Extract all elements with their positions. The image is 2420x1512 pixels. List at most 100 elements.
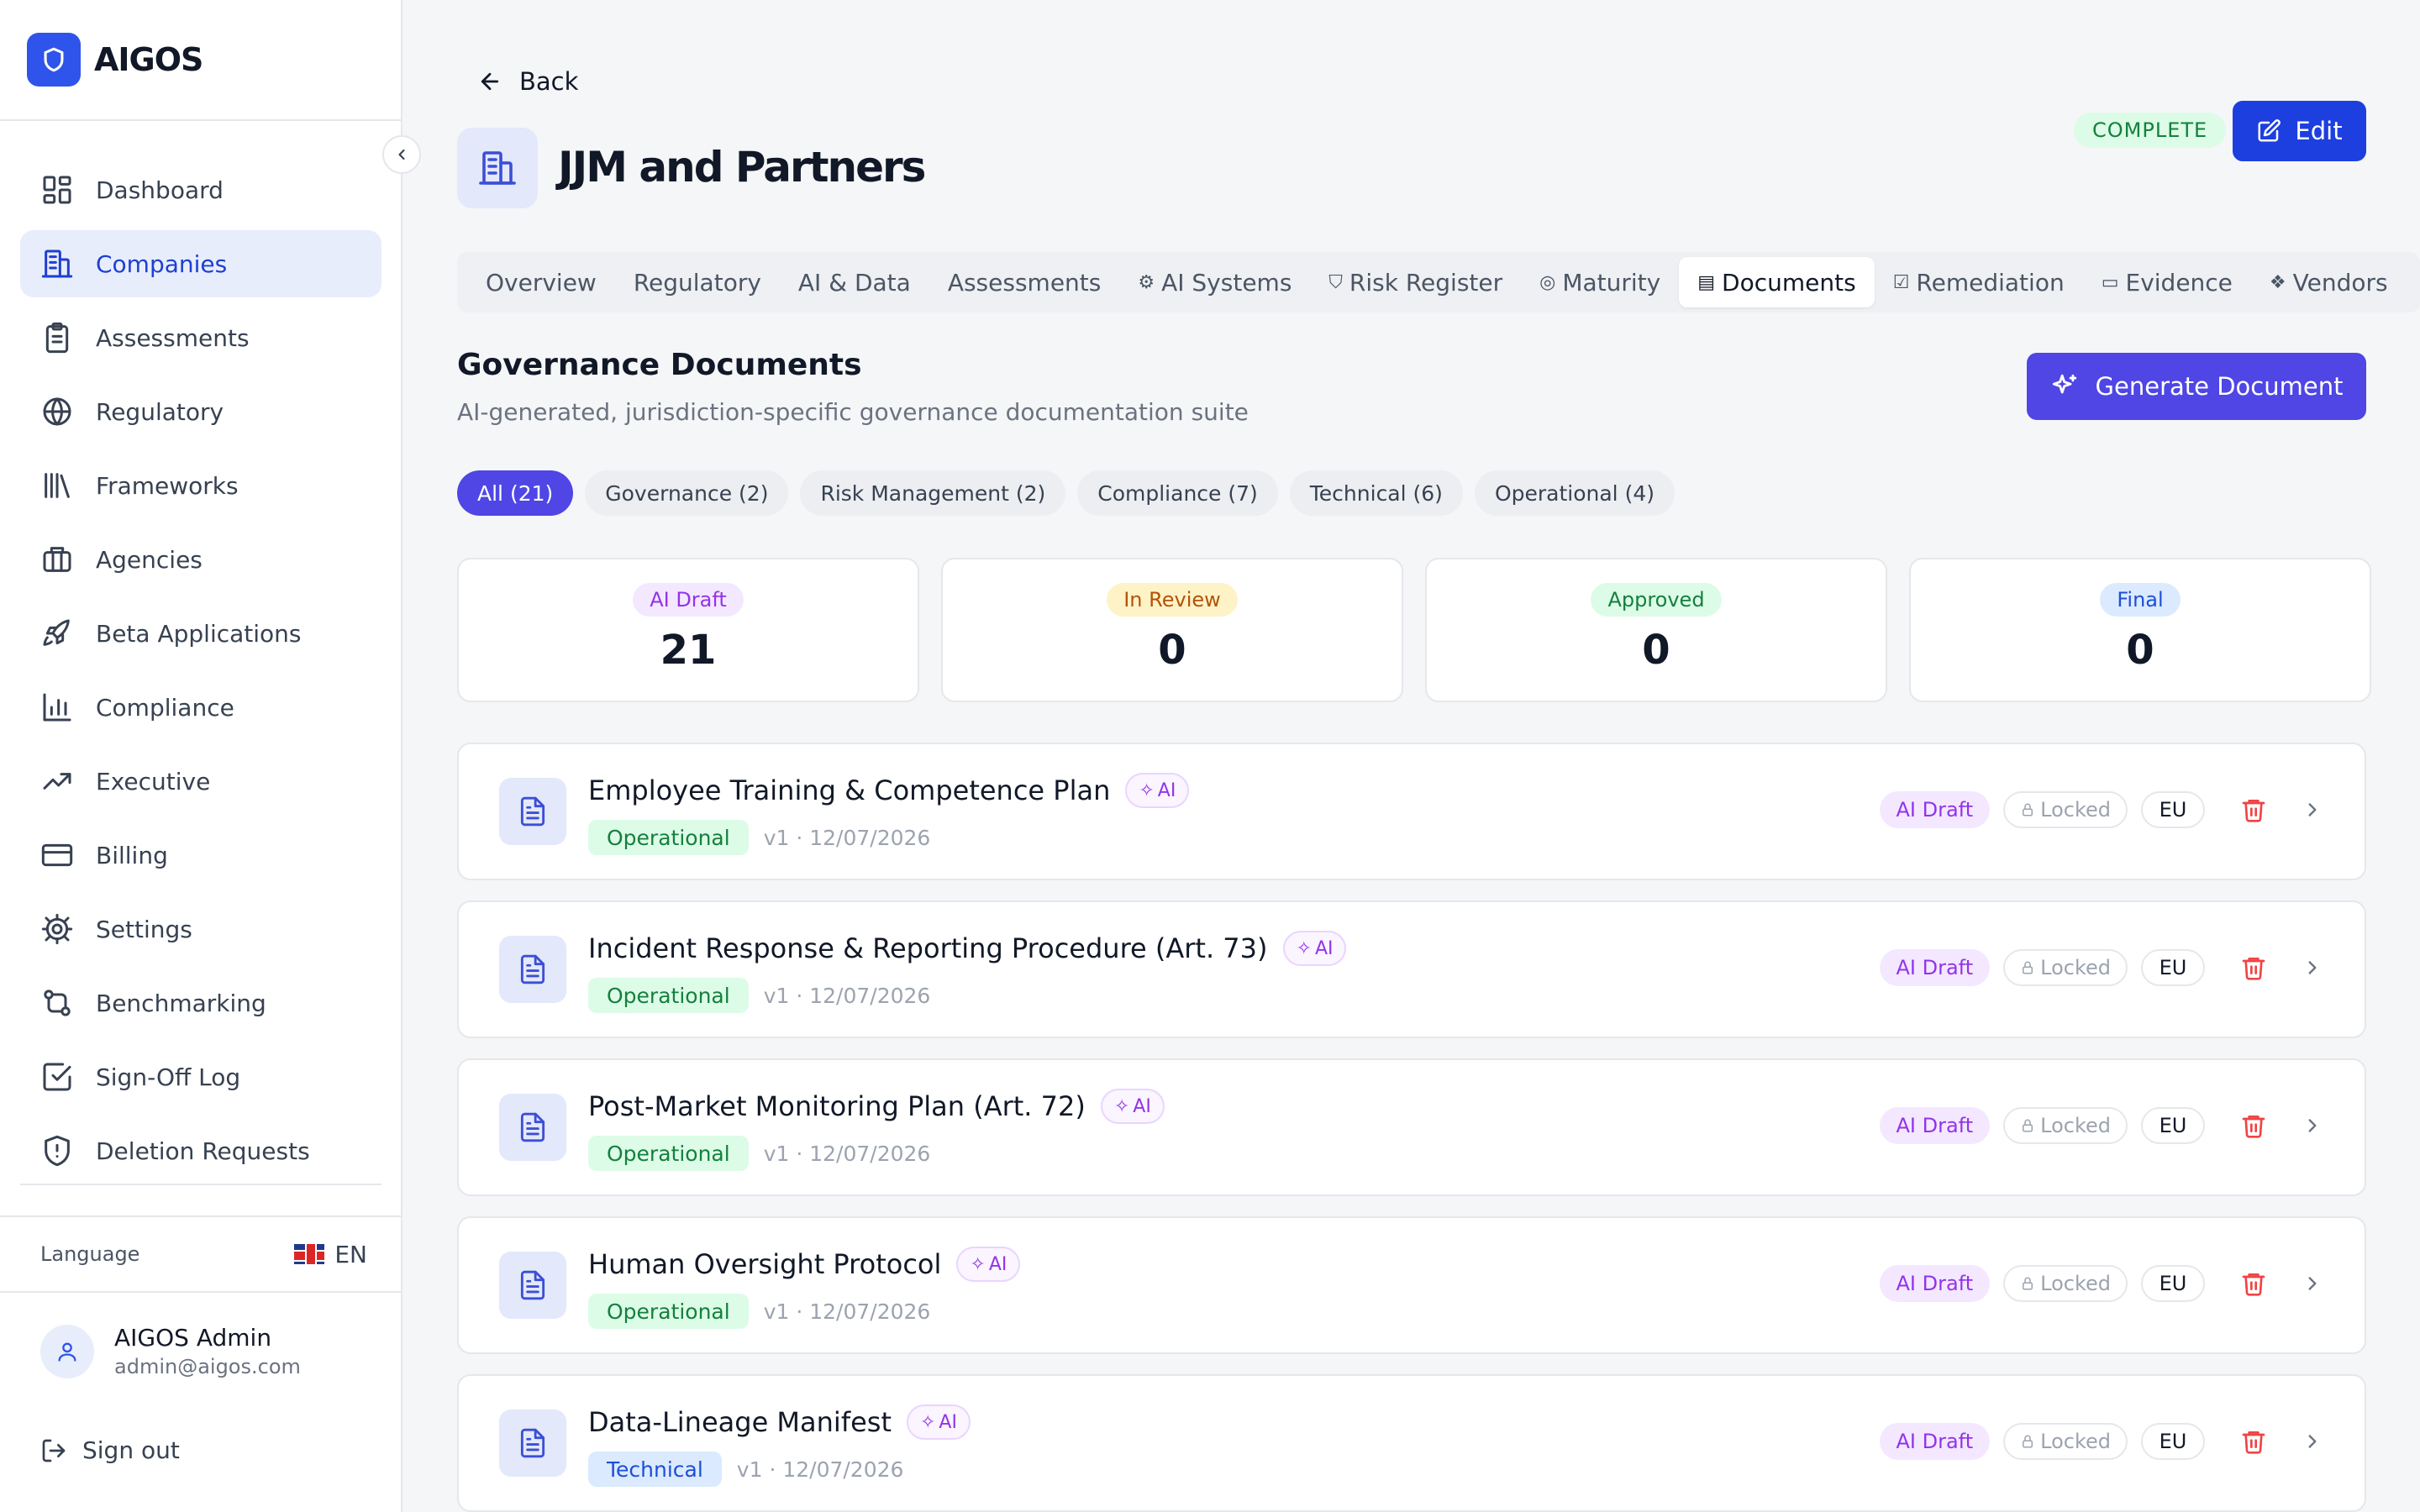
document-row[interactable]: Incident Response & Reporting Procedure … [457, 900, 2366, 1038]
delete-button[interactable] [2237, 951, 2270, 984]
status-badge: AI Draft [1879, 949, 1991, 986]
filter-chip[interactable]: Governance (2) [585, 470, 789, 516]
document-title: Employee Training & Competence Plan [588, 774, 1111, 806]
sidebar-item-deletion-requests[interactable]: Deletion Requests [20, 1117, 381, 1184]
document-version: v1 · 12/07/2026 [763, 1141, 931, 1166]
stat-label: Approved [1591, 583, 1722, 617]
sidebar-item-regulatory[interactable]: Regulatory [20, 378, 381, 445]
delete-button[interactable] [2237, 1425, 2270, 1458]
user-name: AIGOS Admin [114, 1324, 272, 1352]
tab-regulatory[interactable]: Regulatory [615, 257, 780, 307]
locked-label: Locked [2040, 1430, 2111, 1453]
clipboard-icon [45, 322, 69, 354]
open-document-button[interactable] [2297, 1425, 2328, 1458]
open-document-button[interactable] [2297, 951, 2328, 984]
sidebar-item-frameworks[interactable]: Frameworks [20, 452, 381, 519]
tab-evidence[interactable]: ▭ Evidence [2083, 257, 2251, 307]
document-row[interactable]: Data-Lineage Manifest ✧ AI Technical v1 · 12… [457, 1374, 2366, 1512]
sidebar-item-sign-off-log[interactable]: Sign-Off Log [20, 1043, 381, 1110]
tab-ai-data[interactable]: AI & Data [780, 257, 929, 307]
tab-vendors[interactable]: ❖ Vendors [2251, 257, 2407, 307]
status-badge: AI Draft [1879, 1107, 1991, 1144]
edit-label: Edit [2295, 117, 2343, 145]
sidebar-item-companies[interactable]: Companies [20, 230, 381, 297]
language-selector[interactable]: Language EN [0, 1215, 402, 1293]
tab-ai-systems[interactable]: ⚙ AI Systems [1119, 257, 1310, 307]
avatar [40, 1324, 94, 1378]
sidebar-item-billing[interactable]: Billing [20, 822, 381, 889]
tab-overview[interactable]: Overview [467, 257, 615, 307]
document-list: Employee Training & Competence Plan ✧ AI Op… [457, 743, 2366, 1512]
ai-badge: ✧ AI [1282, 931, 1347, 966]
delete-button[interactable] [2237, 1267, 2270, 1300]
open-document-button[interactable] [2297, 793, 2328, 827]
user-profile[interactable]: AIGOS Admin admin@aigos.com [40, 1324, 301, 1378]
back-button[interactable]: Back [477, 67, 578, 96]
sidebar-item-beta-applications[interactable]: Beta Applications [20, 600, 381, 667]
delete-button[interactable] [2237, 793, 2270, 827]
filter-chip[interactable]: Technical (6) [1289, 470, 1463, 516]
document-version: v1 · 12/07/2026 [763, 1299, 931, 1324]
filter-chip[interactable]: All (21) [457, 470, 574, 516]
tab-maturity[interactable]: ◎ Maturity [1521, 257, 1679, 307]
sidebar-item-agencies[interactable]: Agencies [20, 526, 381, 593]
edit-icon [2258, 119, 2281, 142]
document-row[interactable]: Employee Training & Competence Plan ✧ AI Op… [457, 743, 2366, 880]
tab-risk-register[interactable]: ⛉ Risk Register [1310, 257, 1521, 307]
sidebar-item-benchmarking[interactable]: Benchmarking [20, 969, 381, 1037]
sidebar-item-label: Frameworks [96, 471, 239, 500]
stat-value: 0 [1158, 627, 1186, 674]
locked-badge: Locked [2003, 1423, 2128, 1460]
sidebar-item-compliance[interactable]: Compliance [20, 674, 381, 741]
delete-button[interactable] [2237, 1109, 2270, 1142]
generate-document-button[interactable]: Generate Document [2027, 353, 2366, 420]
log-out-icon [42, 1439, 66, 1462]
locked-badge: Locked [2003, 791, 2128, 828]
stat-card: In Review 0 [941, 558, 1403, 702]
document-row[interactable]: Human Oversight Protocol ✧ AI Operational v1… [457, 1216, 2366, 1354]
filter-chip[interactable]: Operational (4) [1474, 470, 1675, 516]
tab-label: AI Systems [1161, 268, 1292, 297]
stat-label: AI Draft [633, 583, 744, 617]
sidebar-item-executive[interactable]: Executive [20, 748, 381, 815]
list-checks-icon: ☑ [1892, 271, 1910, 293]
edit-button[interactable]: Edit [2233, 101, 2366, 161]
language-label: Language [40, 1242, 140, 1266]
open-document-button[interactable] [2297, 1109, 2328, 1142]
tab-label: Risk Register [1349, 268, 1503, 297]
sidebar-item-dashboard[interactable]: Dashboard [20, 156, 381, 223]
open-document-button[interactable] [2297, 1267, 2328, 1300]
status-stats: AI Draft 21 In Review 0 Approved 0 Final 0 [457, 558, 2371, 702]
ai-badge-label: AI [939, 1411, 957, 1433]
sidebar-item-label: Regulatory [96, 397, 224, 426]
locked-badge: Locked [2003, 1107, 2128, 1144]
file-text-icon [499, 778, 566, 845]
cpu-icon: ⚙ [1138, 271, 1155, 293]
document-row[interactable]: Post-Market Monitoring Plan (Art. 72) ✧ AI… [457, 1058, 2366, 1196]
sidebar-item-settings[interactable]: Settings [20, 895, 381, 963]
lock-icon [2023, 1119, 2033, 1132]
sidebar: AIGOS Dashboard Companies Assessments Regul… [0, 0, 402, 1512]
sign-out-button[interactable]: Sign out [40, 1436, 180, 1464]
category-filters: All (21) Governance (2) Risk Management (2… [457, 470, 1675, 516]
file-text-icon [499, 1252, 566, 1319]
status-badge: COMPLETE [2074, 113, 2227, 148]
document-title: Post-Market Monitoring Plan (Art. 72) [588, 1090, 1086, 1122]
sidebar-item-label: Settings [96, 915, 192, 943]
document-title: Incident Response & Reporting Procedure … [588, 932, 1268, 964]
sidebar-item-assessments[interactable]: Assessments [20, 304, 381, 371]
filter-chip[interactable]: Risk Management (2) [800, 470, 1066, 516]
ai-badge-label: AI [1133, 1095, 1151, 1117]
language-value[interactable]: EN [294, 1241, 367, 1268]
sidebar-nav: Dashboard Companies Assessments Regulatory F… [20, 156, 381, 1191]
tab-remediation[interactable]: ☑ Remediation [1875, 257, 2083, 307]
tab-assessments[interactable]: Assessments [929, 257, 1120, 307]
app-name: AIGOS [94, 41, 203, 78]
tab-label: Maturity [1562, 268, 1661, 297]
chevron-left-icon [398, 149, 405, 160]
logo-row[interactable]: AIGOS [0, 0, 401, 121]
tab-documents[interactable]: ▤ Documents [1679, 257, 1875, 307]
filter-chip[interactable]: Compliance (7) [1077, 470, 1278, 516]
sparkles-icon: ✧ [919, 1411, 936, 1433]
collapse-sidebar-button[interactable] [382, 135, 421, 174]
